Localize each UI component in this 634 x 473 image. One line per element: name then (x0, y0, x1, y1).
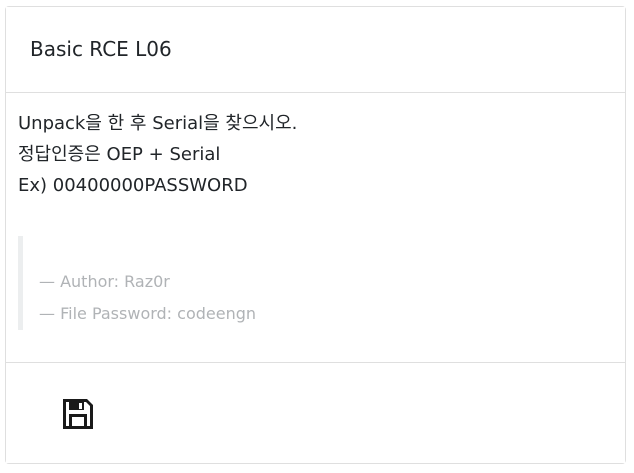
description-line-1: Unpack을 한 후 Serial을 찾으시오. (18, 113, 298, 134)
card-footer (6, 362, 625, 463)
file-password-line: — File Password: codeengn (39, 304, 257, 323)
card-body: Unpack을 한 후 Serial을 찾으시오. 정답인증은 OEP + Se… (6, 93, 625, 362)
info-blockquote: — Author: Raz0r — File Password: codeeng… (18, 236, 613, 330)
challenge-card: Basic RCE L06 Unpack을 한 후 Serial을 찾으시오. … (5, 6, 626, 464)
card-header: Basic RCE L06 (6, 7, 625, 93)
download-button[interactable] (61, 397, 97, 433)
author-line: — Author: Raz0r (39, 272, 170, 291)
description-line-3: Ex) 00400000PASSWORD (18, 175, 248, 196)
description-line-2: 정답인증은 OEP + Serial (18, 144, 221, 165)
floppy-disk-icon (63, 399, 93, 429)
challenge-title: Basic RCE L06 (30, 36, 172, 61)
